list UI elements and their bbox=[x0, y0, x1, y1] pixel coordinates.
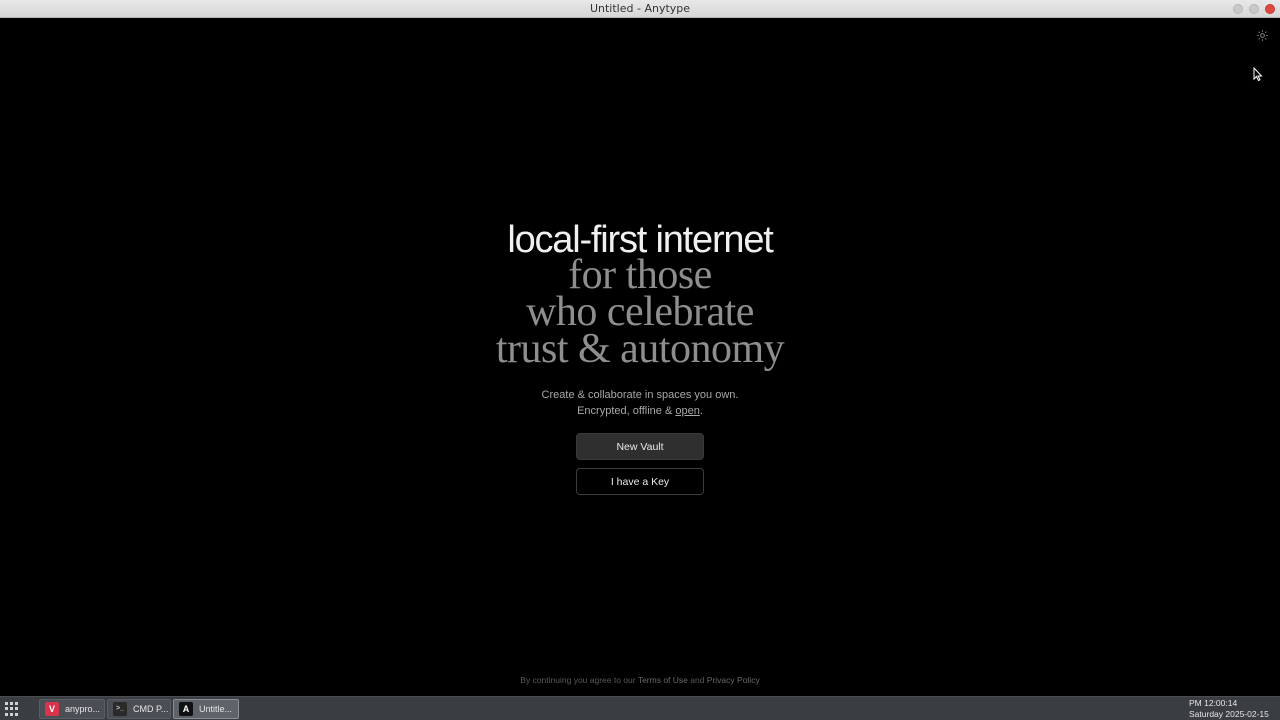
legal-notice: By continuing you agree to our Terms of … bbox=[0, 675, 1280, 685]
clock-time: PM 12:00:14 bbox=[1189, 698, 1238, 708]
maximize-button[interactable] bbox=[1249, 4, 1259, 14]
terminal-icon: >_ bbox=[113, 702, 127, 716]
close-button[interactable] bbox=[1265, 4, 1275, 14]
taskbar-item-label: CMD P... bbox=[133, 704, 169, 714]
hero-tagline-line: trust & autonomy bbox=[495, 326, 785, 372]
subtitle-text: . bbox=[699, 405, 703, 417]
app-window: local-first internet for those who celeb… bbox=[0, 19, 1280, 696]
new-vault-button[interactable]: New Vault bbox=[576, 433, 704, 460]
legal-text: and bbox=[687, 675, 707, 685]
have-key-button[interactable]: I have a Key bbox=[576, 468, 704, 495]
settings-gear-icon[interactable] bbox=[1255, 29, 1269, 43]
vivaldi-icon: V bbox=[45, 702, 59, 716]
subtitle-line: Encrypted, offline & open. bbox=[0, 403, 1280, 419]
anytype-icon: A bbox=[179, 702, 193, 716]
subtitle-text: Encrypted, offline & bbox=[577, 405, 676, 417]
taskbar-item-label: anypro... bbox=[65, 704, 101, 714]
minimize-button[interactable] bbox=[1233, 4, 1243, 14]
mouse-cursor-icon bbox=[1253, 67, 1263, 81]
window-titlebar[interactable]: Untitled - Anytype bbox=[0, 0, 1280, 18]
terms-of-use-link[interactable]: Terms of Use bbox=[638, 675, 688, 685]
taskbar-item-label: Untitle... bbox=[199, 704, 233, 714]
app-grid-icon[interactable] bbox=[5, 702, 19, 716]
clock-date: Saturday 2025-02-15 bbox=[1189, 709, 1269, 719]
taskbar: V anypro... >_ CMD P... A Untitle... PM … bbox=[0, 696, 1280, 720]
window-title: Untitled - Anytype bbox=[589, 2, 691, 15]
taskbar-item-vivaldi[interactable]: V anypro... bbox=[39, 699, 105, 719]
taskbar-item-anytype[interactable]: A Untitle... bbox=[173, 699, 239, 719]
subtitle-line: Create & collaborate in spaces you own. bbox=[541, 389, 739, 401]
system-clock[interactable]: PM 12:00:14 Saturday 2025-02-15 bbox=[1189, 698, 1269, 720]
open-link[interactable]: open bbox=[675, 405, 699, 417]
taskbar-item-terminal[interactable]: >_ CMD P... bbox=[107, 699, 171, 719]
privacy-policy-link[interactable]: Privacy Policy bbox=[707, 675, 760, 685]
legal-text: By continuing you agree to our bbox=[520, 675, 638, 685]
